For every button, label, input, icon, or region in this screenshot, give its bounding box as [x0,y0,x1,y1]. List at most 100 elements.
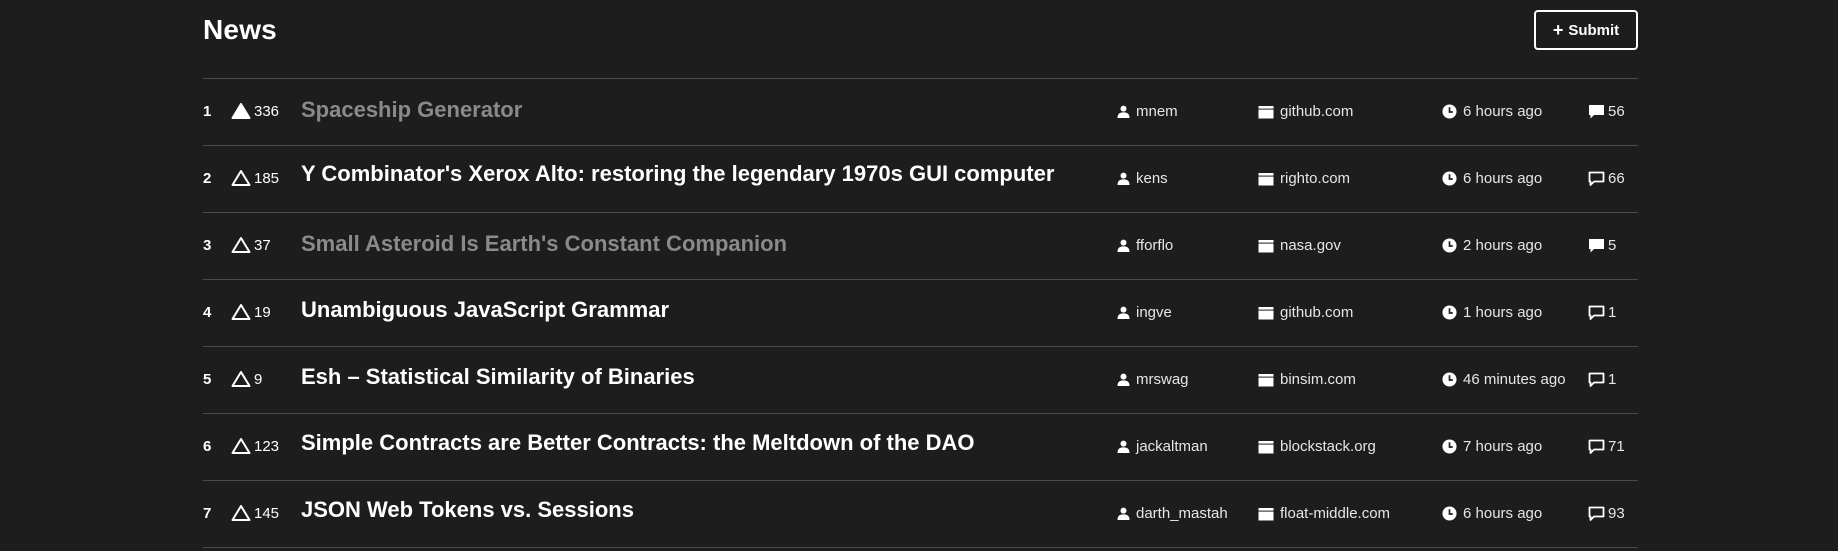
news-item: 3 37 Small Asteroid Is Earth's Constant … [203,213,1638,280]
comment-count: 93 [1608,505,1625,522]
vote-count: 19 [254,303,271,321]
upvote-button[interactable]: 336 [231,102,279,120]
domain-link[interactable]: binsim.com [1258,371,1356,388]
domain-link[interactable]: github.com [1258,304,1353,321]
clock-icon [1442,506,1457,521]
news-item: 4 19 Unambiguous JavaScript Grammar ingv… [203,280,1638,347]
story-time: 1 hours ago [1442,304,1542,321]
clock-icon [1442,238,1457,253]
domain-link[interactable]: float-middle.com [1258,505,1390,522]
domain-link[interactable]: righto.com [1258,170,1350,187]
clock-icon [1442,305,1457,320]
rank-number: 6 [203,438,212,455]
comment-icon [1589,238,1604,252]
folder-icon [1258,172,1274,185]
user-icon [1117,172,1130,185]
page-title: News [203,14,277,45]
folder-icon [1258,239,1274,252]
domain-name: nasa.gov [1280,237,1341,254]
author-name: jackaltman [1136,438,1208,455]
author-link[interactable]: darth_mastah [1117,505,1228,522]
author-link[interactable]: ingve [1117,304,1172,321]
news-page: News + Submit 1 336 Spaceship Generator … [203,0,1638,551]
comments-link[interactable]: 93 [1588,505,1625,522]
domain-name: github.com [1280,103,1354,120]
author-link[interactable]: mnem [1117,103,1178,120]
rank-number: 3 [203,237,212,254]
domain-link[interactable]: blockstack.org [1258,438,1376,455]
triangle-up-icon [231,371,251,387]
upvote-button[interactable]: 9 [231,370,262,388]
rank-number: 7 [203,505,212,522]
story-time: 2 hours ago [1442,237,1542,254]
comment-icon [1588,171,1605,186]
comments-link[interactable]: 71 [1588,438,1625,455]
comments-link[interactable]: 66 [1588,170,1625,187]
story-time: 46 minutes ago [1442,371,1566,388]
story-title-link[interactable]: Simple Contracts are Better Contracts: t… [301,430,975,456]
story-title-link[interactable]: Esh – Statistical Similarity of Binaries [301,364,695,390]
author-link[interactable]: jackaltman [1117,438,1208,455]
triangle-up-icon [231,170,251,186]
author-link[interactable]: mrswag [1117,371,1189,388]
comment-count: 56 [1608,103,1625,120]
news-item: 7 145 JSON Web Tokens vs. Sessions darth… [203,481,1638,548]
upvote-button[interactable]: 37 [231,236,271,254]
comment-icon [1588,305,1605,320]
comment-icon [1588,372,1605,387]
rank-number: 4 [203,304,212,321]
story-time: 6 hours ago [1442,103,1542,120]
plus-icon: + [1552,20,1564,40]
author-name: darth_mastah [1136,505,1228,522]
user-icon [1117,239,1130,252]
time-text: 6 hours ago [1463,170,1543,187]
story-title-link[interactable]: Spaceship Generator [301,97,522,123]
news-list: 1 336 Spaceship Generator mnem github.co… [203,79,1638,548]
upvote-button[interactable]: 123 [231,437,279,455]
vote-count: 37 [254,236,271,254]
comments-link[interactable]: 1 [1588,371,1616,388]
comment-count: 66 [1608,170,1625,187]
author-link[interactable]: fforflo [1117,237,1173,254]
vote-count: 336 [254,102,280,120]
rank-number: 2 [203,170,212,187]
vote-count: 9 [254,370,263,388]
comment-icon [1589,104,1604,118]
upvote-button[interactable]: 145 [231,504,279,522]
vote-count: 185 [254,169,280,187]
time-text: 1 hours ago [1463,304,1543,321]
story-title-link[interactable]: Unambiguous JavaScript Grammar [301,297,669,323]
story-time: 6 hours ago [1442,170,1542,187]
rank-number: 5 [203,371,212,388]
comment-icon [1588,439,1605,454]
clock-icon [1442,171,1457,186]
user-icon [1117,507,1130,520]
domain-name: github.com [1280,304,1354,321]
clock-icon [1442,372,1457,387]
user-icon [1117,105,1130,118]
triangle-up-icon [231,304,251,320]
author-name: ingve [1136,304,1172,321]
submit-button[interactable]: + Submit [1534,10,1638,50]
folder-icon [1258,306,1274,319]
story-title-link[interactable]: JSON Web Tokens vs. Sessions [301,497,634,523]
comments-link[interactable]: 56 [1588,103,1625,120]
domain-link[interactable]: nasa.gov [1258,237,1341,254]
domain-name: righto.com [1280,170,1351,187]
comment-count: 1 [1608,304,1617,321]
comments-link[interactable]: 5 [1588,237,1616,254]
story-title-link[interactable]: Small Asteroid Is Earth's Constant Compa… [301,231,787,257]
clock-icon [1442,104,1457,119]
story-title-link[interactable]: Y Combinator's Xerox Alto: restoring the… [301,161,1054,187]
domain-link[interactable]: github.com [1258,103,1353,120]
author-name: mnem [1136,103,1178,120]
author-link[interactable]: kens [1117,170,1168,187]
time-text: 46 minutes ago [1463,371,1566,388]
upvote-button[interactable]: 19 [231,303,271,321]
news-item: 1 336 Spaceship Generator mnem github.co… [203,79,1638,146]
upvote-button[interactable]: 185 [231,169,279,187]
time-text: 2 hours ago [1463,237,1543,254]
folder-icon [1258,507,1274,520]
comments-link[interactable]: 1 [1588,304,1616,321]
story-time: 6 hours ago [1442,505,1542,522]
